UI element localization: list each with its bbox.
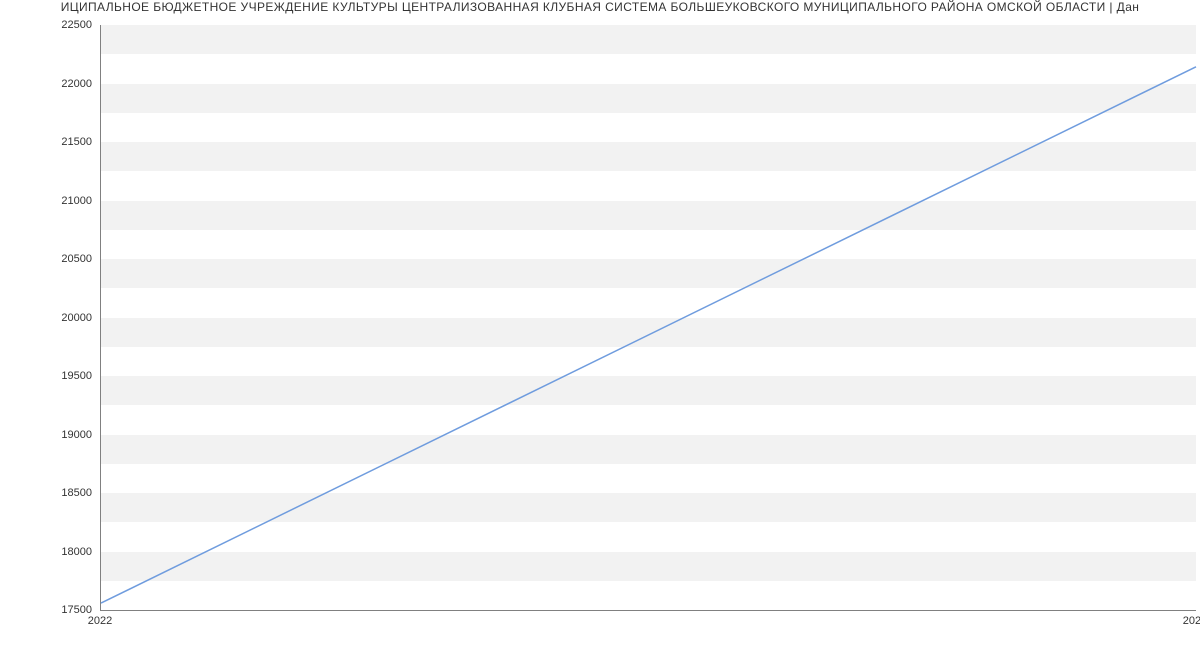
y-tick-label: 20000 bbox=[61, 312, 92, 324]
y-tick-label: 22000 bbox=[61, 78, 92, 90]
y-tick-label: 21000 bbox=[61, 195, 92, 207]
y-tick-label: 18000 bbox=[61, 546, 92, 558]
x-tick-label: 2024 bbox=[1183, 615, 1200, 627]
y-tick-label: 21500 bbox=[61, 136, 92, 148]
chart-title: ИЦИПАЛЬНОЕ БЮДЖЕТНОЕ УЧРЕЖДЕНИЕ КУЛЬТУРЫ… bbox=[0, 0, 1200, 14]
y-tick-label: 20500 bbox=[61, 253, 92, 265]
line-series bbox=[101, 25, 1196, 610]
series-line bbox=[101, 67, 1196, 603]
x-tick-label: 2022 bbox=[88, 615, 112, 627]
y-tick-label: 19000 bbox=[61, 429, 92, 441]
y-tick-label: 18500 bbox=[61, 487, 92, 499]
y-tick-label: 22500 bbox=[61, 19, 92, 31]
y-tick-label: 19500 bbox=[61, 370, 92, 382]
plot-area bbox=[100, 25, 1196, 611]
chart-container: ИЦИПАЛЬНОЕ БЮДЖЕТНОЕ УЧРЕЖДЕНИЕ КУЛЬТУРЫ… bbox=[0, 0, 1200, 650]
